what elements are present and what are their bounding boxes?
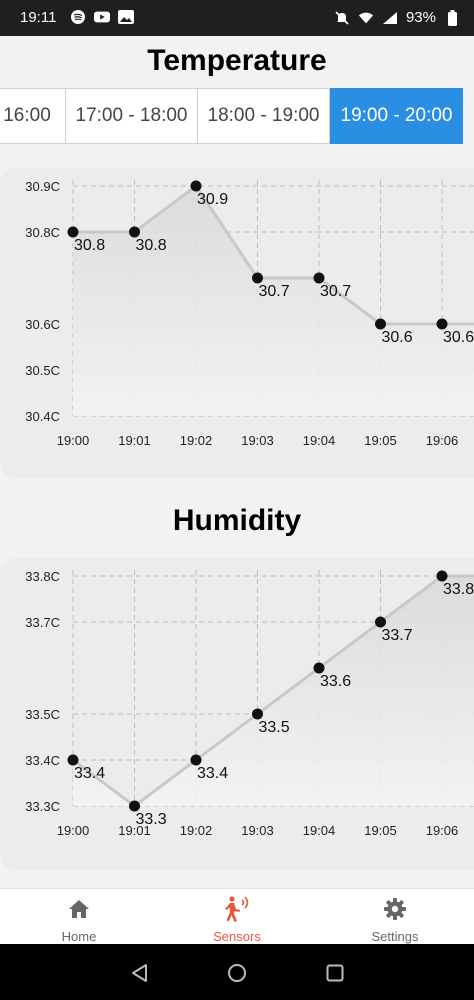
x-tick-label: 19:02 xyxy=(180,433,213,448)
humidity-chart-card: 33.8C 33.7C 33.5C 33.4C 33.3C 33.4 33.3 33.4 33.… xyxy=(0,558,474,870)
y-tick-label: 30.8C xyxy=(25,225,60,240)
temperature-chart: 30.9C 30.8C 30.6C 30.5C 30.4C 30.8 30.8 30.9 30.… xyxy=(25,179,474,448)
data-point[interactable] xyxy=(129,800,140,812)
data-label: 33.6 xyxy=(320,673,351,690)
y-tick-label: 33.8C xyxy=(25,569,60,584)
y-tick-label: 33.5C xyxy=(25,707,60,722)
data-label: 30.9 xyxy=(197,191,228,208)
y-tick-label: 30.5C xyxy=(25,363,60,378)
sensors-icon xyxy=(225,896,249,922)
data-label: 30.6 xyxy=(382,329,413,346)
data-label: 33.8 xyxy=(443,581,474,598)
nav-settings-label: Settings xyxy=(371,929,419,944)
spotify-icon xyxy=(70,9,86,25)
data-point[interactable] xyxy=(129,226,140,238)
x-tick-label: 19:01 xyxy=(118,433,151,448)
nav-settings[interactable]: Settings xyxy=(335,889,455,945)
data-label: 30.8 xyxy=(136,237,167,254)
x-tick-label: 19:06 xyxy=(426,823,459,838)
y-tick-label: 33.3C xyxy=(25,799,60,814)
x-tick-label: 19:02 xyxy=(180,823,213,838)
y-tick-label: 33.7C xyxy=(25,615,60,630)
data-point[interactable] xyxy=(67,754,79,766)
home-circle-icon[interactable] xyxy=(227,963,247,983)
mute-icon xyxy=(334,10,350,26)
temperature-chart-card: 30.9C 30.8C 30.6C 30.5C 30.4C 30.8 30.8 30.9 30.… xyxy=(0,168,474,478)
x-tick-label: 19:00 xyxy=(57,823,90,838)
data-point[interactable] xyxy=(67,226,79,238)
recents-icon[interactable] xyxy=(325,963,345,983)
data-label: 33.4 xyxy=(197,765,228,782)
data-point[interactable] xyxy=(190,180,202,192)
temperature-title: Temperature xyxy=(147,44,327,77)
youtube-icon xyxy=(94,9,110,25)
data-point[interactable] xyxy=(375,616,386,628)
data-point[interactable] xyxy=(313,272,325,284)
time-range-tabs: 16:00 17:00 - 18:00 18:00 - 19:00 19:00 … xyxy=(0,88,474,144)
signal-icon xyxy=(382,10,398,26)
data-label: 30.6 xyxy=(443,329,474,346)
gear-icon xyxy=(384,898,406,920)
y-tick-label: 33.4C xyxy=(25,753,60,768)
home-icon xyxy=(69,900,89,918)
x-tick-label: 19:03 xyxy=(241,823,274,838)
x-tick-label: 19:05 xyxy=(364,433,397,448)
y-tick-label: 30.6C xyxy=(25,317,60,332)
humidity-title: Humidity xyxy=(172,504,302,537)
x-tick-label: 19:06 xyxy=(426,433,459,448)
battery-icon xyxy=(444,9,460,26)
back-icon[interactable] xyxy=(130,963,150,983)
data-label: 30.7 xyxy=(320,283,351,300)
battery-percent: 93% xyxy=(405,9,436,26)
x-tick-label: 19:01 xyxy=(118,823,151,838)
x-tick-label: 19:04 xyxy=(303,433,336,448)
image-icon xyxy=(118,9,134,25)
data-label: 30.7 xyxy=(259,283,290,300)
data-point[interactable] xyxy=(375,318,386,330)
tab-19-20[interactable]: 19:00 - 20:00 xyxy=(330,88,463,144)
tab-16-00[interactable]: 16:00 xyxy=(0,88,66,144)
status-time: 19:11 xyxy=(20,9,57,26)
tab-18-19[interactable]: 18:00 - 19:00 xyxy=(197,88,330,144)
data-point[interactable] xyxy=(436,570,448,582)
data-label: 33.5 xyxy=(259,719,290,736)
system-navigation-bar xyxy=(0,944,474,1000)
bottom-navigation: Home Sensors Settings xyxy=(0,888,474,945)
nav-home[interactable]: Home xyxy=(19,889,139,945)
data-point[interactable] xyxy=(252,708,263,720)
data-point[interactable] xyxy=(190,754,202,766)
wifi-icon xyxy=(358,10,374,26)
humidity-chart: 33.8C33.7C33.5C33.4C33.3C33.433.333.433.… xyxy=(25,569,474,838)
x-tick-label: 19:05 xyxy=(364,823,397,838)
data-label: 33.4 xyxy=(74,765,105,782)
data-label: 33.7 xyxy=(382,627,413,644)
y-tick-label: 30.9C xyxy=(25,179,60,194)
status-bar: 19:11 93% xyxy=(0,0,474,36)
x-tick-label: 19:04 xyxy=(303,823,336,838)
data-label: 30.8 xyxy=(74,237,105,254)
series-area xyxy=(73,186,474,416)
data-point[interactable] xyxy=(313,662,325,674)
x-tick-label: 19:00 xyxy=(57,433,90,448)
series-area xyxy=(73,576,474,806)
data-point[interactable] xyxy=(252,272,263,284)
data-point[interactable] xyxy=(436,318,448,330)
nav-sensors-label: Sensors xyxy=(213,929,261,944)
y-tick-label: 30.4C xyxy=(25,409,60,424)
tab-17-18[interactable]: 17:00 - 18:00 xyxy=(65,88,198,144)
nav-sensors[interactable]: Sensors xyxy=(177,889,297,945)
nav-home-label: Home xyxy=(61,929,97,944)
x-tick-label: 19:03 xyxy=(241,433,274,448)
